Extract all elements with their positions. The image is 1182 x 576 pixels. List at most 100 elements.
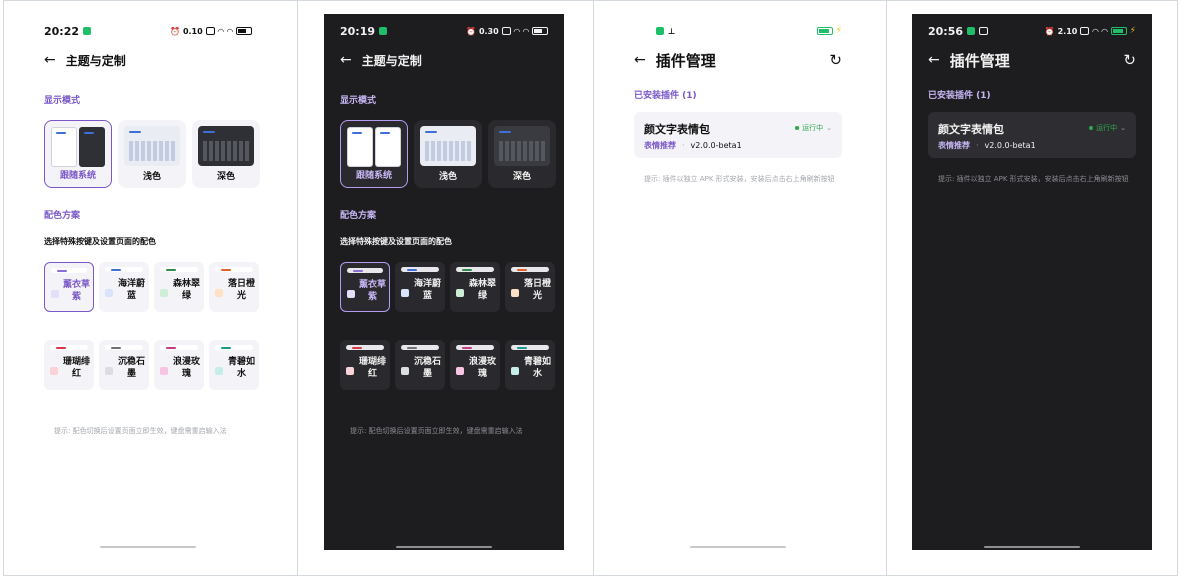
mode-label: 浅色 — [438, 172, 457, 182]
color-graphite[interactable]: 沉稳石墨 — [395, 340, 445, 390]
color-forest[interactable]: 森林翠绿 — [450, 262, 500, 312]
status-bar: 20:22 ⏰ 0.10 ◠ ◠ — [44, 24, 252, 38]
color-forest[interactable]: 森林翠绿 — [154, 262, 204, 312]
plugin-tag: 表情推荐 — [938, 141, 970, 150]
home-indicator[interactable] — [690, 546, 786, 548]
plugin-name: 颜文字表情包 — [644, 123, 710, 136]
status-bar: 20:56 ⏰ 2.10 ◠ ◠ ⚡ — [928, 24, 1136, 38]
mode-follow-system[interactable]: 跟随系统 — [44, 120, 112, 188]
back-arrow-icon[interactable]: ← — [634, 53, 646, 67]
color-graphite[interactable]: 沉稳石墨 — [99, 340, 149, 390]
color-coral[interactable]: 珊瑚绯红 — [340, 340, 390, 390]
app-bar: ← 插件管理 ↻ — [928, 50, 1136, 70]
display-mode-group: 跟随系统 浅色 深色 — [44, 120, 260, 188]
color-teal[interactable]: 青碧如水 — [505, 340, 555, 390]
status-time: 20:22 — [44, 24, 80, 38]
mode-label: 跟随系统 — [59, 171, 96, 181]
back-arrow-icon[interactable]: ← — [340, 53, 352, 67]
plugin-meta: 表情推荐 · v2.0.0-beta1 — [938, 140, 1036, 151]
color-teal[interactable]: 青碧如水 — [209, 340, 259, 390]
color-row-2: 珊瑚绯红 沉稳石墨 浪漫玫瑰 青碧如水 — [340, 340, 555, 390]
status-bar: ⊥ ⚡ — [634, 24, 842, 38]
mode-light[interactable]: 浅色 — [414, 120, 482, 188]
color-row-1: 薰衣草紫 海洋蔚蓝 森林翠绿 落日橙光 — [340, 262, 555, 312]
color-scheme-heading: 配色方案 — [340, 211, 377, 221]
color-scheme-desc: 选择特殊按键及设置页面的配色 — [44, 237, 156, 246]
plugin-tag: 表情推荐 — [644, 141, 676, 150]
home-indicator[interactable] — [396, 546, 492, 548]
signal-icon: ◠ — [226, 26, 233, 36]
color-coral[interactable]: 珊瑚绯红 — [44, 340, 94, 390]
plugin-status[interactable]: 运行中 ⌄ — [795, 123, 832, 133]
plugin-version: v2.0.0-beta1 — [690, 141, 742, 150]
notification-icon — [379, 27, 388, 35]
color-sunset[interactable]: 落日橙光 — [505, 262, 555, 312]
mode-dark[interactable]: 深色 — [192, 120, 260, 188]
screen-theme-dark: 20:19 ⏰ 0.30 ◠ ◠ ← 主题与定制 显示模式 跟随系统 浅色 深色 配色… — [324, 14, 564, 550]
plugin-card[interactable]: 颜文字表情包 表情推荐 · v2.0.0-beta1 运行中 ⌄ — [634, 112, 842, 158]
color-label: 青碧如水 — [227, 357, 255, 379]
alarm-icon: ⏰ — [465, 26, 476, 36]
color-lavender[interactable]: 薰衣草紫 — [340, 262, 390, 312]
refresh-icon[interactable]: ↻ — [829, 50, 842, 70]
plugin-card[interactable]: 颜文字表情包 表情推荐 · v2.0.0-beta1 运行中 ⌄ — [928, 112, 1136, 158]
notification-icon — [83, 27, 92, 35]
plugin-meta: 表情推荐 · v2.0.0-beta1 — [644, 140, 742, 151]
plugin-status[interactable]: 运行中 ⌄ — [1089, 123, 1126, 133]
refresh-icon[interactable]: ↻ — [1123, 50, 1136, 70]
mode-follow-system[interactable]: 跟随系统 — [340, 120, 408, 188]
meta-separator: · — [976, 141, 979, 150]
mode-label: 浅色 — [142, 172, 161, 182]
mode-label: 深色 — [512, 172, 531, 182]
color-label: 海洋蔚蓝 — [117, 279, 145, 301]
tip-text: 提示: 插件以独立 APK 形式安装，安装后点击右上角刷新按钮 — [644, 175, 835, 183]
home-indicator[interactable] — [984, 546, 1080, 548]
home-indicator[interactable] — [100, 546, 196, 548]
color-label: 落日橙光 — [523, 279, 551, 301]
color-rose[interactable]: 浪漫玫瑰 — [450, 340, 500, 390]
screen-theme-light: 20:22 ⏰ 0.10 ◠ ◠ ← 主题与定制 显示模式 跟随系统 浅色 深色 配色… — [28, 14, 268, 550]
color-lavender[interactable]: 薰衣草紫 — [44, 262, 94, 312]
notification-icon — [656, 27, 664, 35]
chevron-down-icon: ⌄ — [1120, 124, 1126, 132]
color-scheme-heading: 配色方案 — [44, 211, 81, 221]
notification-icon — [967, 27, 976, 35]
color-label: 森林翠绿 — [468, 279, 496, 301]
tip-text: 提示: 配色切换后设置页面立即生效，键盘需重启输入法 — [54, 427, 227, 435]
status-time: 20:56 — [928, 24, 964, 38]
back-arrow-icon[interactable]: ← — [44, 53, 56, 67]
alarm-icon: ⏰ — [1044, 26, 1055, 36]
wifi-icon: ◠ — [513, 26, 520, 36]
tip-text: 提示: 插件以独立 APK 形式安装，安装后点击右上角刷新按钮 — [938, 175, 1129, 183]
battery-icon — [532, 27, 548, 35]
color-label: 薰衣草紫 — [63, 280, 91, 302]
status-time: 20:19 — [340, 24, 376, 38]
mode-light[interactable]: 浅色 — [118, 120, 186, 188]
plugin-version: v2.0.0-beta1 — [984, 141, 1036, 150]
meta-separator: · — [682, 141, 685, 150]
color-label: 青碧如水 — [523, 357, 551, 379]
signal-icon: ◠ — [522, 26, 529, 36]
running-dot-icon — [1089, 126, 1094, 130]
chevron-down-icon: ⌄ — [826, 124, 832, 132]
mode-dark[interactable]: 深色 — [488, 120, 556, 188]
color-ocean[interactable]: 海洋蔚蓝 — [99, 262, 149, 312]
battery-icon — [816, 27, 833, 35]
app-bar: ← 主题与定制 — [44, 50, 252, 70]
color-label: 沉稳石墨 — [413, 357, 441, 379]
wifi-icon: ◠ — [217, 26, 224, 36]
color-sunset[interactable]: 落日橙光 — [209, 262, 259, 312]
color-label: 珊瑚绯红 — [358, 357, 386, 379]
charging-icon: ⚡ — [1129, 26, 1136, 36]
color-row-2: 珊瑚绯红 沉稳石墨 浪漫玫瑰 青碧如水 — [44, 340, 259, 390]
back-arrow-icon[interactable]: ← — [928, 53, 940, 67]
page-title: 插件管理 — [655, 51, 716, 70]
page-title: 插件管理 — [949, 51, 1010, 70]
color-rose[interactable]: 浪漫玫瑰 — [154, 340, 204, 390]
display-mode-heading: 显示模式 — [340, 96, 377, 106]
status-bar: 20:19 ⏰ 0.30 ◠ ◠ — [340, 24, 548, 38]
mode-label: 深色 — [216, 172, 235, 182]
page-title: 主题与定制 — [65, 53, 126, 68]
plugin-status-label: 运行中 — [1096, 124, 1118, 132]
color-ocean[interactable]: 海洋蔚蓝 — [395, 262, 445, 312]
